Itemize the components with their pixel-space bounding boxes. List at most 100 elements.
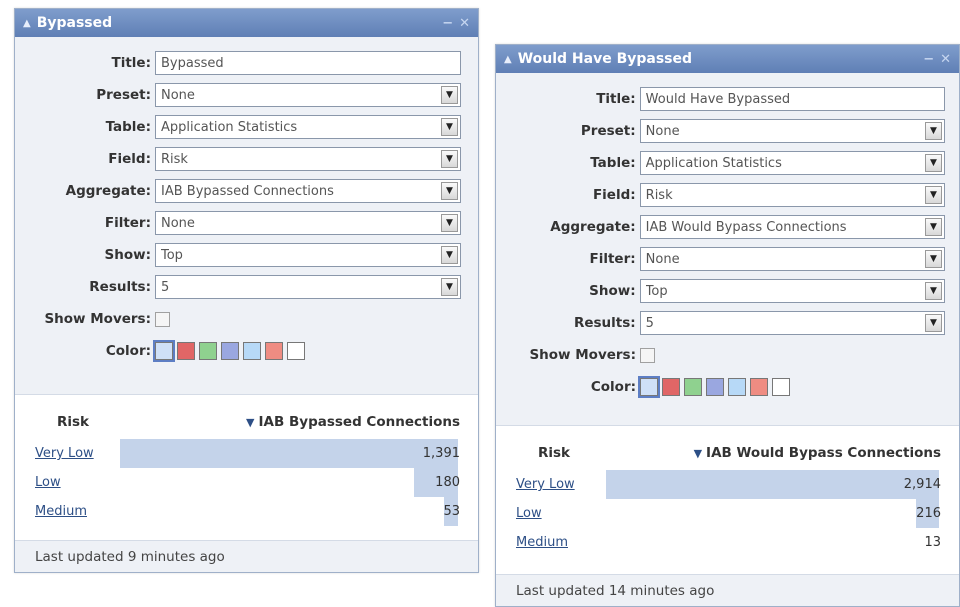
- preset-label: Preset:: [580, 123, 636, 139]
- settings-form: Title: Bypassed Preset: None ▼ Table: App…: [15, 37, 478, 367]
- title-input[interactable]: Would Have Bypassed: [639, 87, 945, 111]
- preset-select[interactable]: None ▼: [639, 119, 945, 143]
- aggregate-select[interactable]: IAB Bypassed Connections ▼: [155, 179, 461, 203]
- dropdown-arrow-icon[interactable]: ▼: [925, 186, 942, 204]
- color-swatch[interactable]: [662, 378, 680, 396]
- row-risk-link[interactable]: Very Low: [15, 446, 135, 461]
- show-movers-checkbox[interactable]: [640, 347, 655, 363]
- table-value: Application Statistics: [161, 119, 298, 135]
- table-select[interactable]: Application Statistics ▼: [155, 115, 461, 139]
- dropdown-arrow-icon[interactable]: ▼: [441, 214, 458, 232]
- results-select[interactable]: 5 ▼: [639, 311, 945, 335]
- column-header-value[interactable]: ▼ IAB Bypassed Connections: [135, 414, 478, 430]
- row-value: 13: [924, 535, 941, 550]
- table-select[interactable]: Application Statistics ▼: [639, 151, 945, 175]
- table-value: Application Statistics: [645, 155, 782, 171]
- table-row: Very Low 2,914: [496, 470, 959, 499]
- table-row: Low 180: [15, 468, 478, 497]
- table-row: Medium 13: [496, 528, 959, 557]
- dropdown-arrow-icon[interactable]: ▼: [925, 154, 942, 172]
- dropdown-arrow-icon[interactable]: ▼: [441, 246, 458, 264]
- show-select[interactable]: Top ▼: [155, 243, 461, 267]
- column-header-value-label: IAB Bypassed Connections: [258, 414, 460, 430]
- dropdown-arrow-icon[interactable]: ▼: [441, 182, 458, 200]
- column-header-risk[interactable]: Risk: [496, 445, 616, 461]
- widget-titlebar[interactable]: ▲ Would Have Bypassed − ✕: [496, 45, 959, 73]
- results-table: Risk ▼ IAB Would Bypass Connections Very …: [496, 425, 959, 576]
- filter-label: Filter:: [104, 215, 151, 231]
- caret-up-icon[interactable]: ▲: [504, 54, 512, 65]
- row-risk-link[interactable]: Low: [496, 506, 616, 521]
- dropdown-arrow-icon[interactable]: ▼: [441, 118, 458, 136]
- minimize-icon[interactable]: −: [923, 52, 934, 67]
- settings-form: Title: Would Have Bypassed Preset: None ▼…: [496, 73, 959, 403]
- color-swatch[interactable]: [638, 376, 660, 398]
- dropdown-arrow-icon[interactable]: ▼: [441, 150, 458, 168]
- title-input-value: Bypassed: [161, 55, 224, 71]
- results-header: Risk ▼ IAB Bypassed Connections: [15, 405, 478, 439]
- row-risk-link[interactable]: Very Low: [496, 477, 616, 492]
- preset-select[interactable]: None ▼: [155, 83, 461, 107]
- row-risk-link[interactable]: Medium: [15, 504, 135, 519]
- filter-value: None: [161, 215, 195, 231]
- row-value: 180: [435, 475, 460, 490]
- color-label: Color:: [590, 379, 636, 395]
- dropdown-arrow-icon[interactable]: ▼: [925, 218, 942, 236]
- results-header: Risk ▼ IAB Would Bypass Connections: [496, 436, 959, 470]
- color-swatch[interactable]: [153, 340, 175, 362]
- color-swatch[interactable]: [772, 378, 790, 396]
- results-select[interactable]: 5 ▼: [155, 275, 461, 299]
- color-swatch[interactable]: [199, 342, 217, 360]
- column-header-value[interactable]: ▼ IAB Would Bypass Connections: [616, 445, 959, 461]
- color-swatch[interactable]: [728, 378, 746, 396]
- color-swatch[interactable]: [177, 342, 195, 360]
- widget-titlebar[interactable]: ▲ Bypassed − ✕: [15, 9, 478, 37]
- widget-bypassed: ▲ Bypassed − ✕ Title: Bypassed Preset: N…: [14, 8, 479, 573]
- column-header-risk[interactable]: Risk: [15, 414, 135, 430]
- field-value: Risk: [161, 151, 188, 167]
- table-row: Low 216: [496, 499, 959, 528]
- row-risk-link[interactable]: Medium: [496, 535, 616, 550]
- show-value: Top: [645, 283, 668, 299]
- results-rows: Very Low 1,391 Low 180 Medium 53: [15, 439, 478, 526]
- caret-up-icon[interactable]: ▲: [23, 18, 31, 29]
- color-swatch[interactable]: [221, 342, 239, 360]
- color-swatch[interactable]: [750, 378, 768, 396]
- close-icon[interactable]: ✕: [940, 52, 951, 67]
- show-label: Show:: [104, 247, 151, 263]
- widget-title: Bypassed: [36, 15, 113, 31]
- color-swatch[interactable]: [706, 378, 724, 396]
- dropdown-arrow-icon[interactable]: ▼: [925, 122, 942, 140]
- show-select[interactable]: Top ▼: [639, 279, 945, 303]
- color-swatch[interactable]: [243, 342, 261, 360]
- dropdown-arrow-icon[interactable]: ▼: [441, 86, 458, 104]
- field-select[interactable]: Risk ▼: [639, 183, 945, 207]
- row-value: 1,391: [422, 446, 460, 461]
- color-swatch[interactable]: [287, 342, 305, 360]
- aggregate-select[interactable]: IAB Would Bypass Connections ▼: [639, 215, 945, 239]
- row-value: 53: [443, 504, 460, 519]
- color-label: Color:: [105, 343, 151, 359]
- preset-value: None: [645, 123, 680, 139]
- dropdown-arrow-icon[interactable]: ▼: [925, 250, 942, 268]
- row-risk-link[interactable]: Low: [15, 475, 135, 490]
- close-icon[interactable]: ✕: [459, 16, 470, 31]
- dropdown-arrow-icon[interactable]: ▼: [925, 314, 942, 332]
- results-label: Results:: [89, 279, 151, 295]
- filter-select[interactable]: None ▼: [639, 247, 945, 271]
- value-bar: [120, 439, 458, 468]
- color-swatch[interactable]: [684, 378, 702, 396]
- dropdown-arrow-icon[interactable]: ▼: [925, 282, 942, 300]
- color-swatch[interactable]: [265, 342, 283, 360]
- aggregate-label: Aggregate:: [65, 183, 151, 199]
- preset-label: Preset:: [96, 87, 151, 103]
- show-movers-checkbox[interactable]: [155, 311, 170, 327]
- title-input[interactable]: Bypassed: [155, 51, 461, 75]
- table-row: Very Low 1,391: [15, 439, 478, 468]
- dropdown-arrow-icon[interactable]: ▼: [441, 278, 458, 296]
- minimize-icon[interactable]: −: [442, 16, 453, 31]
- title-label: Title:: [596, 91, 636, 107]
- table-row: Medium 53: [15, 497, 478, 526]
- filter-select[interactable]: None ▼: [155, 211, 461, 235]
- field-select[interactable]: Risk ▼: [155, 147, 461, 171]
